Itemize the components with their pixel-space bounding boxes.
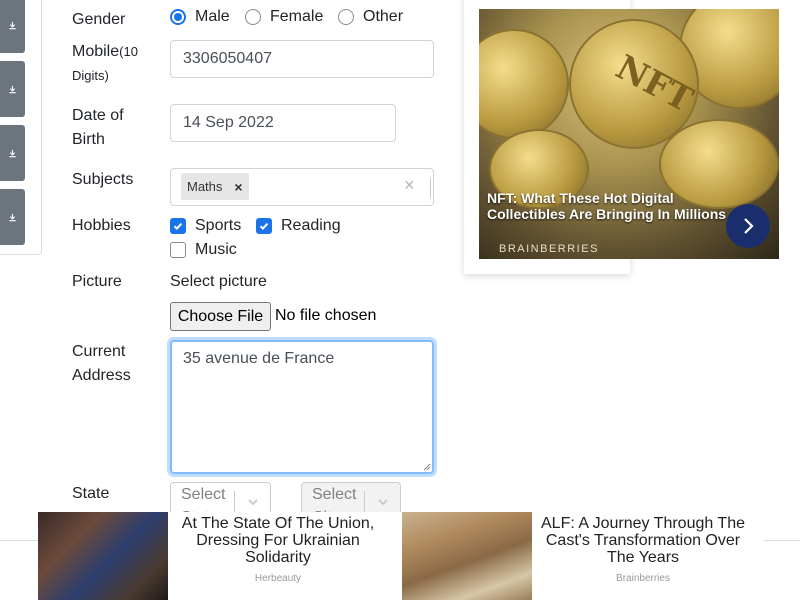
bottom-ad-source: Brainberries xyxy=(616,573,670,584)
ad-image[interactable]: NFT NFT: What These Hot Digital Collecti… xyxy=(479,9,779,259)
checkbox-unchecked-icon xyxy=(170,242,186,258)
gender-label: Gender xyxy=(72,11,126,28)
radio-unchecked-icon xyxy=(338,9,354,25)
choose-file-button[interactable]: Choose File xyxy=(170,302,271,331)
divider xyxy=(234,491,235,513)
subject-chip: Maths × xyxy=(181,173,249,200)
checkbox-checked-icon xyxy=(170,218,186,234)
divider xyxy=(364,491,365,513)
chevron-down-icon xyxy=(378,499,388,506)
mobile-hint: (10 xyxy=(119,44,138,59)
file-status: No file chosen xyxy=(275,307,377,324)
checkbox-label: Reading xyxy=(281,217,341,234)
gender-radio-other[interactable]: Other xyxy=(338,8,403,26)
radio-unchecked-icon xyxy=(245,9,261,25)
address-label-line2: Address xyxy=(72,367,131,384)
resize-grip-icon[interactable] xyxy=(423,463,431,471)
hobby-checkbox-music[interactable]: Music xyxy=(170,241,237,259)
state-label: State xyxy=(72,485,110,502)
chevron-down-icon xyxy=(248,499,258,506)
subject-chip-label: Maths xyxy=(187,179,223,194)
divider xyxy=(430,178,431,198)
checkbox-checked-icon xyxy=(256,218,272,234)
current-address-textarea[interactable]: 35 avenue de France xyxy=(170,340,434,474)
download-icon xyxy=(9,85,16,93)
hobby-checkbox-reading[interactable]: Reading xyxy=(256,217,341,235)
download-icon xyxy=(9,149,16,157)
mobile-value: 3306050407 xyxy=(183,50,272,67)
mobile-label: Mobile(10 Digits) xyxy=(72,40,138,88)
date-of-birth-input[interactable]: 14 Sep 2022 xyxy=(170,104,396,142)
ad-title[interactable]: NFT: What These Hot Digital Collectibles… xyxy=(487,190,737,222)
chevron-right-icon xyxy=(744,218,754,234)
address-value: 35 avenue de France xyxy=(183,350,335,367)
dob-label-line1: Date of xyxy=(72,107,124,124)
bottom-ad-source: Herbeauty xyxy=(254,573,302,584)
download-icon xyxy=(9,21,16,29)
clear-icon[interactable]: × xyxy=(404,175,415,196)
mobile-hint-2: Digits) xyxy=(72,68,109,83)
bottom-ad-title[interactable]: At The State Of The Union, Dressing For … xyxy=(176,515,380,566)
radio-checked-icon xyxy=(170,9,186,25)
subjects-label: Subjects xyxy=(72,171,134,188)
radio-label: Other xyxy=(363,8,404,25)
gender-radio-female[interactable]: Female xyxy=(245,8,323,26)
download-button[interactable] xyxy=(0,189,25,245)
mobile-label-text: Mobile xyxy=(72,43,120,60)
radio-label: Male xyxy=(195,8,230,25)
picture-prompt: Select picture xyxy=(170,273,267,290)
dob-value: 14 Sep 2022 xyxy=(183,114,274,131)
download-button[interactable] xyxy=(0,125,25,181)
address-label: Current Address xyxy=(72,340,131,388)
checkbox-label: Sports xyxy=(195,217,242,234)
radio-label: Female xyxy=(270,8,324,25)
hobbies-label: Hobbies xyxy=(72,217,131,234)
ad-brand: BRAINBERRIES xyxy=(499,243,599,255)
chip-remove-icon[interactable]: × xyxy=(228,179,248,195)
download-icon xyxy=(9,213,16,221)
download-button[interactable] xyxy=(0,0,25,53)
ad-thumbnail[interactable] xyxy=(38,512,168,600)
coin-shape xyxy=(479,29,569,139)
ad-next-button[interactable] xyxy=(726,204,770,248)
dob-label-line2: Birth xyxy=(72,131,105,148)
bottom-ad-title[interactable]: ALF: A Journey Through The Cast's Transf… xyxy=(538,515,748,566)
dob-label: Date of Birth xyxy=(72,104,124,152)
checkbox-label: Music xyxy=(195,241,237,258)
address-label-line1: Current xyxy=(72,343,126,360)
ad-thumbnail[interactable] xyxy=(402,512,532,600)
picture-label: Picture xyxy=(72,273,122,290)
download-button[interactable] xyxy=(0,61,25,117)
hobby-checkbox-sports[interactable]: Sports xyxy=(170,217,241,235)
gender-radio-male[interactable]: Male xyxy=(170,8,230,26)
mobile-input[interactable]: 3306050407 xyxy=(170,40,434,78)
